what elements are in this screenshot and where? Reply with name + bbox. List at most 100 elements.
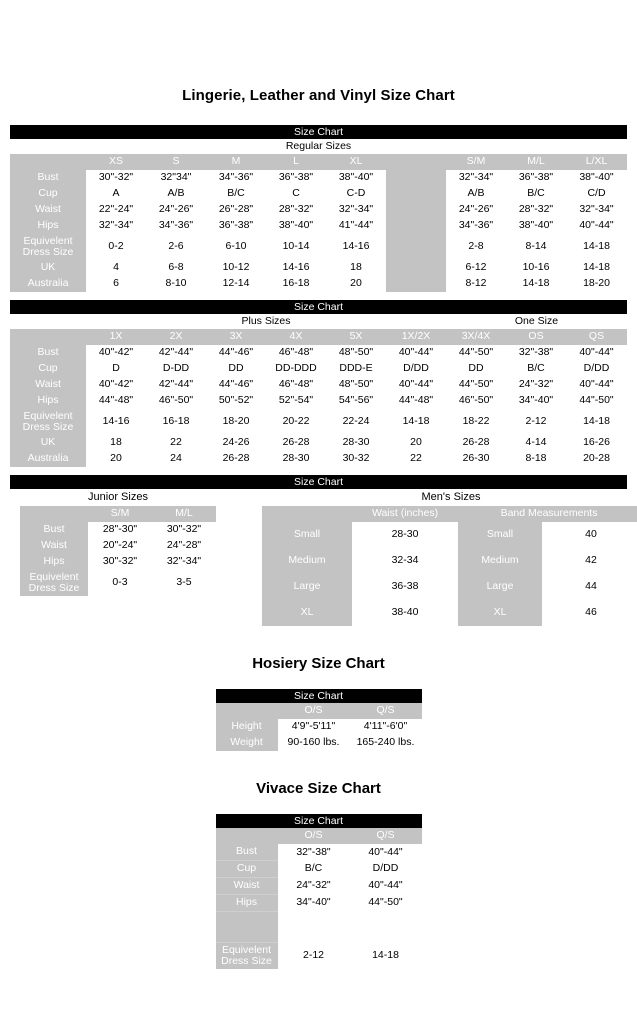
regular-cell-2-4: 32"-34"	[326, 202, 386, 218]
plus-cell-4-2: 18-20	[206, 409, 266, 435]
plus-cell-0-1: 42"-44"	[146, 345, 206, 361]
table-row: Equivelent Dress Size 2-12 14-18	[215, 942, 422, 969]
regular-cell-0-1: 32"34"	[146, 170, 206, 186]
plus-cell-6-1: 24	[146, 451, 206, 467]
table-row: Equivelent Dress Size 0-3 3-5	[20, 570, 216, 596]
mens-size-label-3: XL	[262, 600, 352, 626]
regular-cell-5-0: 4	[86, 260, 146, 276]
plus-cell-2-4: 48"-50"	[326, 377, 386, 393]
hosiery-col-header-0: O/S	[277, 703, 350, 719]
table-row: Australia 20 24 26-28 28-30 30-32 22 26-30 8-18 2…	[10, 451, 627, 467]
plus-cell-6-3: 28-30	[266, 451, 326, 467]
regular-cell-4-0: 0-2	[86, 234, 146, 260]
plus-cell-5-1: 22	[146, 435, 206, 451]
size-chart-bar-vivace: Size Chart	[215, 814, 422, 828]
regular-cell-4-1: 2-6	[146, 234, 206, 260]
mens-size-label-0: Small	[262, 522, 352, 548]
table-row: Hips 44"-48" 46"-50" 50"-52" 52"-54" 54"-56" 4…	[10, 393, 627, 409]
plus-row-label-4: Equivelent Dress Size	[10, 409, 86, 435]
plus-cell-1-7: B/C	[506, 361, 566, 377]
regular-cell-0-2: 34"-36"	[206, 170, 266, 186]
table-row: Waist 40"-42" 42"-44" 44"-46" 46"-48" 48"-50"…	[10, 377, 627, 393]
table-row: Hips 32"-34" 34"-36" 36"-38" 38"-40" 41"-44" 3…	[10, 218, 627, 234]
regular-cell-1-7: B/C	[506, 186, 566, 202]
table-row: Australia 6 8-10 12-14 16-18 20 8-12 14-18 18-20	[10, 276, 627, 292]
plus-cell-0-4: 48"-50"	[326, 345, 386, 361]
plus-cell-1-8: D/DD	[566, 361, 627, 377]
plus-cell-1-2: DD	[206, 361, 266, 377]
regular-cell-2-8: 32"-34"	[566, 202, 627, 218]
table-row	[215, 911, 422, 943]
mens-waist-value-3: 38-40	[352, 600, 458, 626]
junior-sizes-caption: Junior Sizes	[88, 491, 148, 503]
regular-cell-2-3: 28"-32"	[266, 202, 326, 218]
plus-cell-1-5: D/DD	[386, 361, 446, 377]
regular-cell-5-5	[386, 260, 446, 276]
junior-mens-row: Junior Sizes S/M M/L Bust 28"-30" 30"-32" Wai…	[10, 489, 637, 626]
junior-col-header-1: M/L	[152, 506, 216, 522]
plus-col-header-6: 3X/4X	[446, 329, 506, 345]
table-row: Medium 32-34 Medium 42	[262, 548, 637, 574]
mens-header-row: Waist (inches) Band Measurements	[262, 506, 637, 522]
plus-col-header-2: 3X	[206, 329, 266, 345]
size-chart-bar-plus: Size Chart	[10, 300, 627, 314]
plus-cell-3-8: 44"-50"	[566, 393, 627, 409]
regular-cell-3-1: 34"-36"	[146, 218, 206, 234]
regular-cell-6-1: 8-10	[146, 276, 206, 292]
plus-cell-6-7: 8-18	[506, 451, 566, 467]
plus-cell-5-6: 26-28	[446, 435, 506, 451]
plus-row-label-5: UK	[10, 435, 86, 451]
regular-cell-2-5	[386, 202, 446, 218]
junior-cell-1-1: 24"-28"	[152, 538, 216, 554]
plus-cell-6-6: 26-30	[446, 451, 506, 467]
regular-cell-6-0: 6	[86, 276, 146, 292]
hosiery-header-row: O/S Q/S	[215, 703, 422, 719]
regular-cell-1-2: B/C	[206, 186, 266, 202]
regular-cell-2-2: 26"-28"	[206, 202, 266, 218]
mens-band-label-3: XL	[458, 600, 542, 626]
mens-band-header: Band Measurements	[458, 506, 637, 522]
junior-row-label-0: Bust	[20, 522, 88, 538]
junior-sizes-block: Junior Sizes S/M M/L Bust 28"-30" 30"-32" Wai…	[20, 489, 216, 596]
plus-col-header-7: OS	[506, 329, 566, 345]
table-row: Bust 28"-30" 30"-32"	[20, 522, 216, 538]
plus-cell-5-0: 18	[86, 435, 146, 451]
plus-cell-4-4: 22-24	[326, 409, 386, 435]
plus-cell-4-3: 20-22	[266, 409, 326, 435]
regular-row-label-3: Hips	[10, 218, 86, 234]
plus-cell-1-1: D-DD	[146, 361, 206, 377]
regular-cell-1-5	[386, 186, 446, 202]
regular-cell-0-3: 36"-38"	[266, 170, 326, 186]
regular-sizes-caption: Regular Sizes	[285, 140, 352, 152]
size-chart-page: Lingerie, Leather and Vinyl Size Chart S…	[0, 0, 637, 1024]
regular-caption-row: Regular Sizes	[10, 139, 627, 154]
regular-cell-4-4: 14-16	[326, 234, 386, 260]
plus-cell-5-5: 20	[386, 435, 446, 451]
regular-header-corner	[10, 154, 86, 170]
vivace-header-corner	[215, 828, 278, 844]
junior-row-label-2: Hips	[20, 554, 88, 570]
regular-col-header-4: XL	[326, 154, 386, 170]
regular-cell-4-7: 8-14	[506, 234, 566, 260]
plus-col-header-3: 4X	[266, 329, 326, 345]
table-row: Weight 90-160 lbs. 165-240 lbs.	[215, 735, 422, 751]
plus-cell-6-2: 26-28	[206, 451, 266, 467]
junior-row-label-3: Equivelent Dress Size	[20, 570, 88, 596]
regular-col-header-7: M/L	[506, 154, 566, 170]
plus-cell-1-6: DD	[446, 361, 506, 377]
plus-cell-0-3: 46"-48"	[266, 345, 326, 361]
hosiery-row-label-0: Height	[215, 719, 278, 735]
regular-cell-2-6: 24"-26"	[446, 202, 506, 218]
plus-cell-4-6: 18-22	[446, 409, 506, 435]
regular-cell-5-3: 14-16	[266, 260, 326, 276]
mens-header-corner	[262, 506, 352, 522]
vivace-cell-5-0: 2-12	[277, 942, 350, 969]
regular-cell-3-6: 34"-36"	[446, 218, 506, 234]
vivace-row-label-2: Waist	[215, 877, 278, 895]
regular-cell-5-7: 10-16	[506, 260, 566, 276]
regular-col-header-5	[386, 154, 446, 170]
mens-waist-value-0: 28-30	[352, 522, 458, 548]
vivace-cell-4-0	[277, 911, 350, 943]
plus-cell-3-6: 46"-50"	[446, 393, 506, 409]
plus-cell-2-1: 42"-44"	[146, 377, 206, 393]
